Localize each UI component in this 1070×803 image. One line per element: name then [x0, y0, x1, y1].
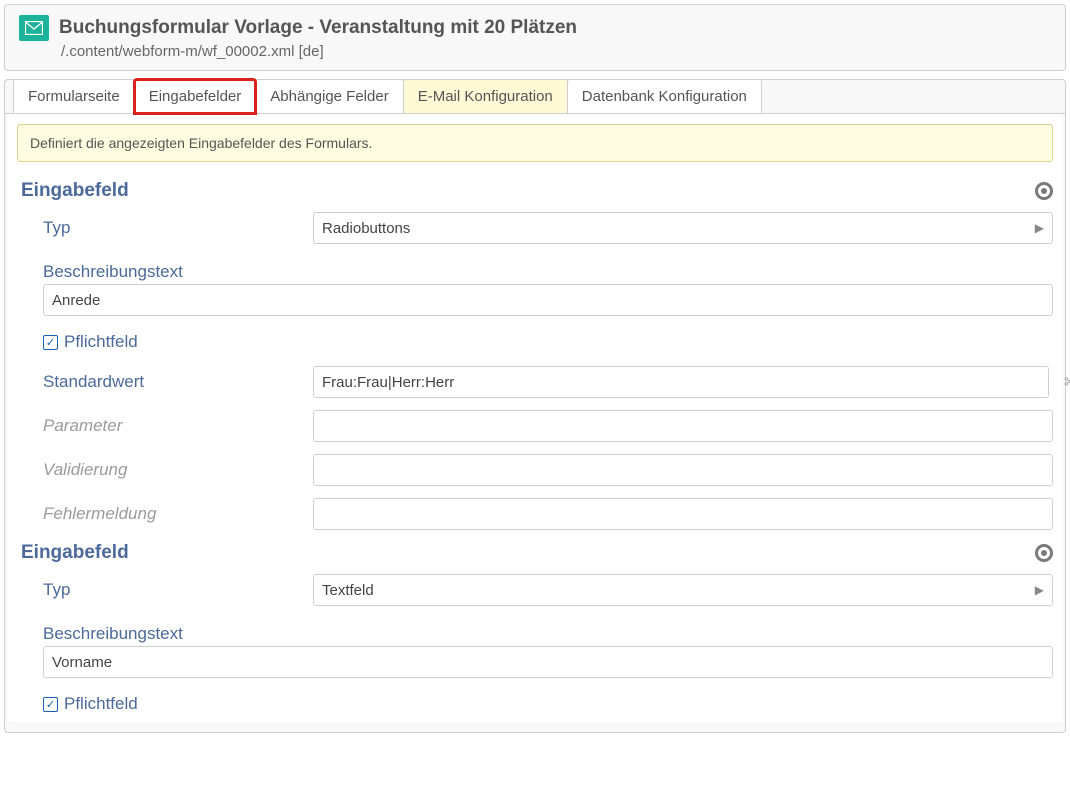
label-parameter: Parameter — [43, 416, 303, 436]
tabs-bar: Formularseite Eingabefelder Abhängige Fe… — [13, 79, 1065, 114]
section-header-2: Eingabefeld — [7, 536, 1063, 568]
error-input-1[interactable] — [313, 498, 1053, 530]
default-input-1[interactable] — [313, 366, 1049, 398]
tab-content: Definiert die angezeigten Eingabefelder … — [7, 114, 1063, 722]
label-default: Standardwert — [43, 372, 303, 392]
mail-icon — [19, 15, 49, 41]
header-panel: Buchungsformular Vorlage - Veranstaltung… — [4, 4, 1066, 71]
mandatory-checkbox-1[interactable]: ✓ — [43, 335, 58, 350]
label-mandatory-2: Pflichtfeld — [64, 694, 138, 714]
tab-datenbank-konfiguration[interactable]: Datenbank Konfiguration — [567, 79, 762, 114]
section-title-text-2: Eingabefeld — [21, 542, 129, 564]
mandatory-checkbox-2[interactable]: ✓ — [43, 697, 58, 712]
desc-input-2[interactable] — [43, 646, 1053, 678]
tabs-container: Formularseite Eingabefelder Abhängige Fe… — [4, 79, 1066, 733]
parameter-input-1[interactable] — [313, 410, 1053, 442]
scissors-icon[interactable]: ✂ — [1064, 372, 1070, 393]
tab-eingabefelder[interactable]: Eingabefelder — [134, 79, 257, 114]
chevron-right-icon-2: ▶ — [1035, 583, 1044, 597]
type-select-value: Radiobuttons — [322, 220, 410, 237]
label-mandatory: Pflichtfeld — [64, 332, 138, 352]
type-select-1[interactable]: Radiobuttons ▶ — [313, 212, 1053, 244]
chevron-right-icon: ▶ — [1035, 221, 1044, 235]
target-icon[interactable] — [1035, 182, 1053, 200]
label-validation: Validierung — [43, 460, 303, 480]
label-desc-2: Beschreibungstext — [43, 618, 1053, 646]
validation-input-1[interactable] — [313, 454, 1053, 486]
type-select-2[interactable]: Textfeld ▶ — [313, 574, 1053, 606]
label-error: Fehlermeldung — [43, 504, 303, 524]
target-icon-2[interactable] — [1035, 544, 1053, 562]
page-title: Buchungsformular Vorlage - Veranstaltung… — [59, 17, 577, 39]
desc-input-1[interactable] — [43, 284, 1053, 316]
label-type-2: Typ — [43, 580, 303, 600]
label-type: Typ — [43, 218, 303, 238]
type-select-value-2: Textfeld — [322, 582, 374, 599]
tab-email-konfiguration[interactable]: E-Mail Konfiguration — [403, 79, 568, 114]
section-header-1: Eingabefeld — [7, 174, 1063, 206]
section-title-text: Eingabefeld — [21, 180, 129, 202]
page-path: /.content/webform-m/wf_00002.xml [de] — [61, 43, 1051, 60]
label-desc: Beschreibungstext — [43, 256, 1053, 284]
tab-abhaengige-felder[interactable]: Abhängige Felder — [255, 79, 403, 114]
tab-formularseite[interactable]: Formularseite — [13, 79, 135, 114]
info-box: Definiert die angezeigten Eingabefelder … — [17, 124, 1053, 162]
